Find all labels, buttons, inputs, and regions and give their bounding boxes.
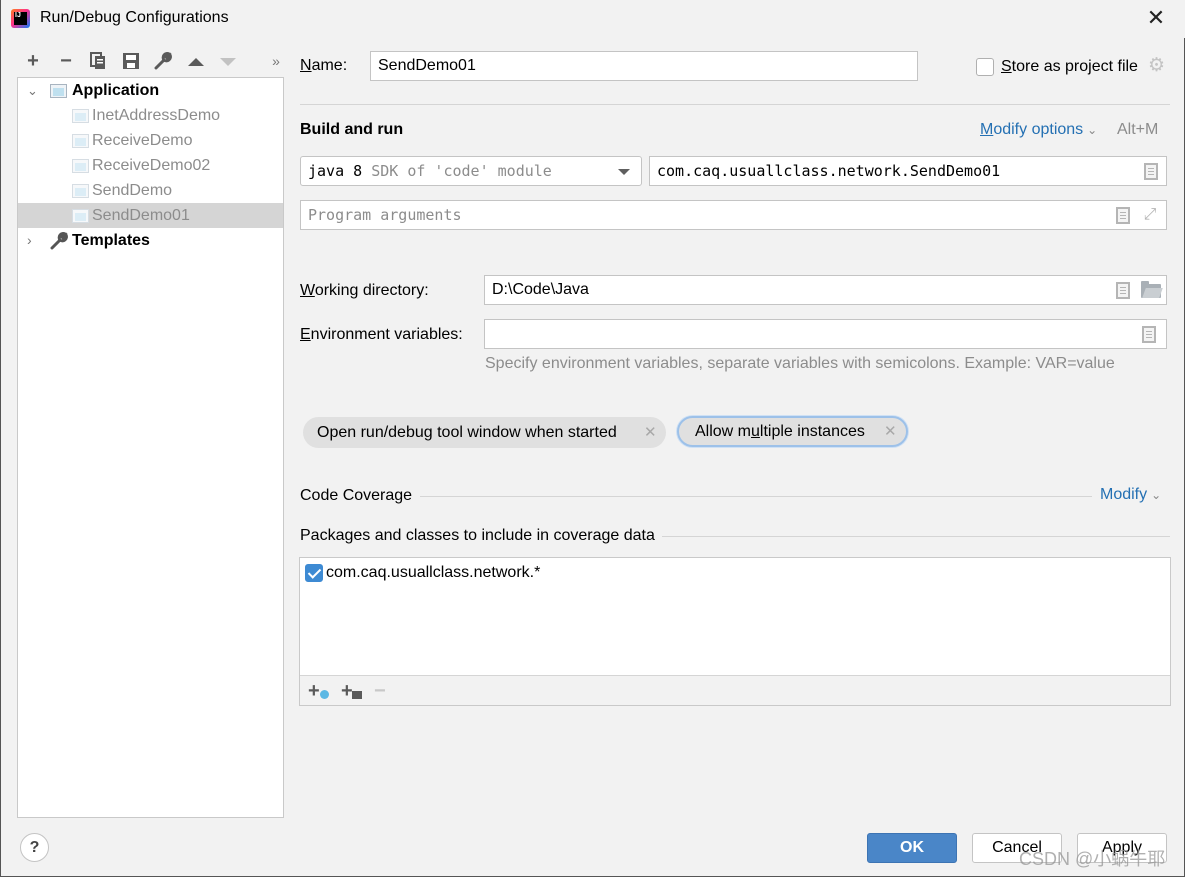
tree-item[interactable]: ReceiveDemo (18, 128, 283, 153)
insert-macro-icon[interactable] (1116, 282, 1130, 299)
application-config-icon (72, 134, 89, 148)
intellij-logo-icon: IJ (11, 9, 30, 28)
working-directory-input[interactable]: D:\Code\Java (484, 275, 1167, 305)
title-bar: IJ Run/Debug Configurations ✕ (1, 0, 1185, 38)
insert-macro-icon[interactable] (1116, 207, 1130, 224)
chevron-right-icon[interactable]: › (27, 228, 39, 253)
store-as-project-file-label[interactable]: Store as project file (1001, 58, 1138, 76)
configuration-tree: ⌄ Application InetAddressDemo ReceiveDem… (17, 77, 284, 818)
tree-item[interactable]: ReceiveDemo02 (18, 153, 283, 178)
config-toolbar: + − » (19, 48, 287, 74)
tree-item-selected[interactable]: SendDemo01 (18, 203, 283, 228)
environment-variables-label: Environment variables: (300, 326, 463, 343)
run-debug-dialog: IJ Run/Debug Configurations ✕ + − » ⌄ Ap… (0, 0, 1185, 877)
working-directory-label: Working directory: (300, 282, 429, 299)
program-arguments-input[interactable]: Program arguments ⤢ (300, 200, 1167, 230)
coverage-list-toolbar: + + − (300, 675, 1170, 705)
application-config-icon (72, 184, 89, 198)
store-as-project-file-checkbox[interactable] (976, 58, 994, 76)
build-and-run-heading: Build and run (300, 121, 404, 138)
divider (662, 536, 1170, 537)
tree-node-application[interactable]: ⌄ Application (18, 78, 283, 103)
add-class-icon[interactable]: + (308, 680, 329, 702)
remove-chip-icon[interactable]: ✕ (644, 417, 657, 448)
code-coverage-heading: Code Coverage (300, 487, 413, 504)
application-config-icon (72, 159, 89, 173)
add-icon[interactable]: + (21, 48, 45, 74)
close-button[interactable]: ✕ (1143, 6, 1169, 32)
application-config-icon (72, 209, 89, 223)
environment-variables-hint: Specify environment variables, separate … (485, 355, 1115, 372)
save-icon[interactable] (119, 48, 143, 74)
name-label: Name: (300, 57, 348, 74)
copy-icon[interactable] (86, 48, 110, 74)
gear-icon[interactable]: ⚙ (1148, 56, 1166, 75)
remove-chip-icon[interactable]: ✕ (884, 418, 897, 445)
watermark: CSDN @小蜗牛耶 (1019, 849, 1166, 869)
modify-options-link[interactable]: Modify options ⌄ (980, 121, 1097, 139)
chevron-down-icon: ⌄ (1151, 488, 1162, 502)
application-icon (50, 84, 67, 98)
coverage-packages-list: com.caq.usuallclass.network.* + + − (299, 557, 1171, 706)
move-up-icon[interactable] (184, 48, 208, 74)
move-down-icon[interactable] (216, 48, 240, 74)
modify-options-shortcut: Alt+M (1117, 121, 1159, 138)
window-title: Run/Debug Configurations (40, 9, 229, 26)
folder-open-icon[interactable] (1141, 281, 1161, 298)
tree-item[interactable]: SendDemo (18, 178, 283, 203)
help-button[interactable]: ? (20, 833, 49, 862)
ok-button[interactable]: OK (867, 833, 957, 863)
name-input[interactable]: SendDemo01 (370, 51, 918, 81)
chip-allow-multiple-instances[interactable]: Allow multiple instances ✕ (677, 416, 908, 447)
environment-variables-input[interactable] (484, 319, 1167, 349)
jdk-select[interactable]: java 8 SDK of 'code' module (300, 156, 642, 186)
browse-icon[interactable] (1144, 163, 1158, 180)
divider (300, 104, 1170, 105)
main-class-input[interactable]: com.caq.usuallclass.network.SendDemo01 (649, 156, 1167, 186)
chevron-down-icon[interactable]: ⌄ (27, 78, 39, 103)
add-package-icon[interactable]: + (341, 680, 362, 702)
chip-open-tool-window[interactable]: Open run/debug tool window when started … (303, 417, 666, 448)
coverage-item-checkbox[interactable] (305, 564, 323, 582)
expand-icon[interactable]: ⤢ (1141, 206, 1159, 224)
wrench-icon[interactable] (151, 48, 175, 74)
tree-node-templates[interactable]: › Templates (18, 228, 283, 253)
wrench-icon (50, 232, 68, 250)
chevron-down-icon: ⌄ (1087, 123, 1098, 137)
tree-item[interactable]: InetAddressDemo (18, 103, 283, 128)
coverage-packages-heading: Packages and classes to include in cover… (300, 527, 655, 544)
coverage-item-label: com.caq.usuallclass.network.* (326, 564, 541, 581)
dropdown-arrow-icon (618, 169, 630, 175)
more-icon[interactable]: » (264, 48, 288, 74)
application-config-icon (72, 109, 89, 123)
remove-icon[interactable]: − (54, 48, 78, 74)
edit-env-vars-icon[interactable] (1142, 326, 1156, 343)
remove-icon[interactable]: − (374, 680, 386, 702)
divider (420, 496, 1092, 497)
coverage-modify-link[interactable]: Modify ⌄ (1100, 486, 1161, 504)
